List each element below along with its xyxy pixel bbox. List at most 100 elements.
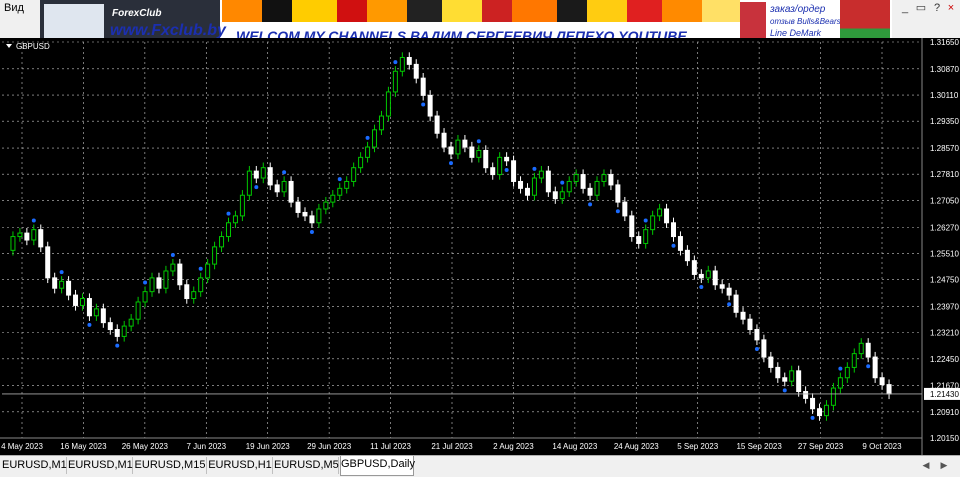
candle-body: [219, 236, 225, 248]
signal-dot: [59, 270, 64, 275]
window-minimize-button[interactable]: _: [898, 1, 912, 15]
candle-body: [608, 174, 614, 186]
candle-body: [114, 329, 120, 337]
x-tick-label: 15 Sep 2023: [736, 442, 782, 451]
candle-body: [712, 270, 718, 286]
candle-body: [385, 91, 391, 117]
symbol-dropdown-icon: [6, 44, 12, 48]
signal-dot: [393, 60, 398, 65]
candle-body: [274, 184, 280, 193]
signal-dot: [143, 280, 148, 285]
candle-body: [372, 129, 378, 148]
candle-body: [504, 156, 510, 162]
candle-body: [441, 132, 447, 148]
tab-scroll-right-icon[interactable]: ▶: [938, 459, 950, 471]
tab-eurusd-h1[interactable]: EURUSD,H1: [208, 457, 273, 474]
candle-body: [615, 184, 621, 203]
candle-body: [817, 408, 823, 417]
candle-body: [677, 236, 683, 251]
signal-dot: [421, 102, 426, 107]
candle-body: [170, 263, 176, 272]
candle-body: [323, 201, 329, 210]
tab-eurusd-m1[interactable]: EURUSD,M1: [2, 457, 67, 474]
signal-dot: [560, 180, 565, 185]
signal-dot: [671, 243, 676, 248]
candle-body: [135, 301, 141, 320]
candle-body: [823, 404, 829, 417]
y-tick-label: 1.25510: [930, 249, 959, 258]
candle-body: [378, 115, 384, 131]
candle-body: [511, 160, 517, 182]
y-tick-label: 1.26270: [930, 223, 959, 232]
menu-view[interactable]: Вид: [4, 2, 24, 14]
y-tick-label: 1.27050: [930, 196, 959, 205]
tab-gbpusd-daily[interactable]: GBPUSD,Daily: [340, 456, 415, 476]
y-tick-label: 1.30110: [930, 91, 959, 100]
window-restore-button[interactable]: ▭: [914, 1, 928, 15]
x-tick-label: 14 Aug 2023: [552, 442, 597, 451]
candle-body: [552, 191, 558, 200]
x-tick-label: 16 May 2023: [60, 442, 107, 451]
candle-body: [844, 366, 850, 379]
candle-body: [851, 353, 857, 368]
signal-dot: [309, 229, 314, 234]
candle-body: [107, 322, 113, 331]
close-icon[interactable]: ×: [944, 1, 958, 15]
candle-body: [650, 215, 656, 231]
candle-body: [52, 277, 58, 289]
candle-body: [239, 194, 245, 217]
candle-body: [455, 139, 461, 155]
candle-body: [24, 232, 30, 241]
candle-body: [643, 229, 649, 244]
signal-dot: [643, 218, 648, 223]
tab-eurusd-m15[interactable]: EURUSD,M15: [134, 457, 207, 474]
candle-body: [573, 174, 579, 182]
x-tick-label: 24 Aug 2023: [614, 442, 659, 451]
signal-dot: [254, 185, 259, 190]
candle-body: [79, 298, 85, 306]
candle-body: [462, 139, 468, 148]
candle-body: [156, 277, 162, 289]
candle-body: [59, 280, 65, 289]
candle-body: [316, 208, 322, 224]
candle-body: [427, 94, 433, 117]
candle-body: [684, 249, 690, 262]
x-tick-label: 11 Jul 2023: [370, 442, 411, 451]
candle-body: [10, 236, 16, 251]
ad-line-order: заказ/ордер: [770, 4, 826, 15]
candle-body: [726, 287, 732, 296]
tab-eurusd-m5[interactable]: EURUSD,M5: [274, 457, 339, 474]
candle-body: [830, 387, 836, 406]
signal-dot: [754, 347, 759, 352]
tab-scroll-left-icon[interactable]: ◀: [920, 459, 932, 471]
current-price-label: 1.21430: [930, 390, 959, 399]
candle-body: [177, 263, 183, 286]
help-icon[interactable]: ?: [930, 1, 944, 15]
candle-body: [587, 187, 593, 196]
candle-body: [434, 115, 440, 134]
candle-body: [705, 270, 711, 279]
candle-body: [121, 325, 127, 337]
chart-svg[interactable]: 1.31650 1.30870 1.30110 1.29350 1.28570 1.278…: [0, 38, 960, 455]
candle-body: [858, 342, 864, 355]
candle-body: [66, 280, 72, 296]
candle-body: [837, 377, 843, 389]
signal-dot: [226, 211, 231, 216]
candle-body: [671, 222, 676, 238]
candle-body: [698, 273, 704, 279]
candle-body: [865, 342, 871, 358]
candle-body: [420, 77, 426, 96]
candle-body: [93, 308, 99, 317]
candle-body: [531, 177, 537, 196]
flag-emblem: [740, 2, 766, 42]
candle-body: [100, 308, 106, 324]
tab-eurusd-m1[interactable]: EURUSD,M1: [68, 457, 133, 474]
y-tick-label: 1.27810: [930, 170, 959, 179]
candle-body: [782, 377, 788, 382]
x-tick-label: 27 Sep 2023: [798, 442, 844, 451]
candle-body: [288, 180, 294, 203]
price-chart[interactable]: 1.31650 1.30870 1.30110 1.29350 1.28570 1.278…: [0, 38, 960, 455]
y-tick-label: 1.24750: [930, 276, 959, 285]
candle-body: [17, 232, 23, 238]
candle-body: [246, 170, 252, 196]
